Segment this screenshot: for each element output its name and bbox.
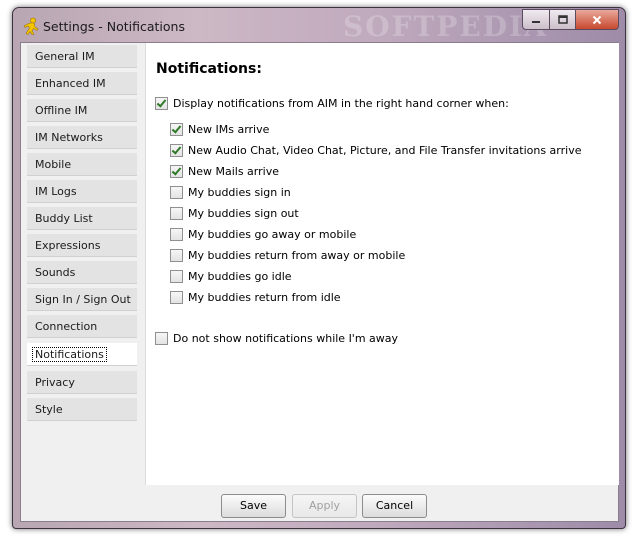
- sidebar-item-sign-in-sign-out[interactable]: Sign In / Sign Out: [27, 288, 137, 311]
- option-label: New IMs arrive: [188, 122, 270, 136]
- sidebar-item-label: Offline IM: [35, 104, 88, 117]
- sidebar-item-label: Connection: [35, 320, 98, 333]
- option-new-mails[interactable]: New Mails arrive: [170, 163, 279, 179]
- option-not-while-away[interactable]: Do not show notifications while I'm away: [155, 330, 398, 346]
- sidebar-item-sounds[interactable]: Sounds: [27, 261, 137, 284]
- sidebar-item-label: General IM: [35, 50, 95, 63]
- sidebar-item-label: IM Networks: [35, 131, 103, 144]
- watermark: SOFTPEDIA: [343, 10, 548, 43]
- sidebar-item-label: Expressions: [35, 239, 101, 252]
- caption-buttons: [522, 9, 619, 30]
- option-buddies-return-from-away[interactable]: My buddies return from away or mobile: [170, 247, 405, 263]
- minimize-icon: [532, 20, 540, 23]
- option-label: My buddies go away or mobile: [188, 227, 357, 241]
- settings-client-area: General IM Enhanced IM Offline IM IM Net…: [20, 42, 619, 522]
- option-label: Do not show notifications while I'm away: [173, 331, 399, 345]
- option-buddies-sign-out[interactable]: My buddies sign out: [170, 205, 299, 221]
- sidebar-item-label: Privacy: [35, 376, 75, 389]
- option-new-invitations[interactable]: New Audio Chat, Video Chat, Picture, and…: [170, 142, 581, 158]
- title-bar[interactable]: Settings - Notifications SOFTPEDIA: [13, 8, 625, 43]
- sidebar-item-label: Sounds: [35, 266, 76, 279]
- new-ims-checkbox[interactable]: [170, 122, 183, 136]
- sidebar-item-general-im[interactable]: General IM: [27, 45, 137, 68]
- save-button[interactable]: Save: [221, 494, 286, 518]
- sidebar-item-im-logs[interactable]: IM Logs: [27, 180, 137, 203]
- option-label: My buddies sign out: [188, 206, 299, 220]
- close-icon: [592, 15, 602, 24]
- sidebar-item-expressions[interactable]: Expressions: [27, 234, 137, 257]
- close-button[interactable]: [576, 9, 619, 30]
- maximize-button[interactable]: [550, 9, 576, 30]
- aim-running-man-icon: [23, 17, 39, 35]
- display-notifications-label: Display notifications from AIM in the ri…: [173, 96, 509, 110]
- option-label: My buddies go idle: [188, 269, 292, 283]
- sidebar-item-label: Enhanced IM: [35, 77, 106, 90]
- new-mails-checkbox[interactable]: [170, 164, 183, 178]
- new-invitations-checkbox[interactable]: [170, 143, 183, 157]
- option-label: New Mails arrive: [188, 164, 279, 178]
- button-bar: Save Apply Cancel: [145, 485, 618, 521]
- option-buddies-sign-in[interactable]: My buddies sign in: [170, 184, 291, 200]
- sidebar-item-privacy[interactable]: Privacy: [27, 371, 137, 394]
- option-label: New Audio Chat, Video Chat, Picture, and…: [188, 143, 582, 157]
- sidebar-item-label: Style: [35, 403, 63, 416]
- sidebar-item-buddy-list[interactable]: Buddy List: [27, 207, 137, 230]
- sidebar-item-offline-im[interactable]: Offline IM: [27, 99, 137, 122]
- buddies-away-checkbox[interactable]: [170, 227, 183, 241]
- maximize-icon: [557, 14, 568, 24]
- page-title: Notifications:: [156, 61, 262, 77]
- buddies-sign-out-checkbox[interactable]: [170, 206, 183, 220]
- minimize-button[interactable]: [522, 9, 550, 30]
- sidebar-item-label: Mobile: [35, 158, 72, 171]
- display-notifications-checkbox[interactable]: [155, 96, 168, 110]
- sidebar-item-style[interactable]: Style: [27, 398, 137, 421]
- display-notifications-option[interactable]: Display notifications from AIM in the ri…: [155, 95, 509, 111]
- option-label: My buddies sign in: [188, 185, 291, 199]
- settings-window: Settings - Notifications SOFTPEDIA Gener…: [12, 7, 626, 529]
- cancel-button[interactable]: Cancel: [362, 494, 427, 518]
- settings-sidebar: General IM Enhanced IM Offline IM IM Net…: [23, 44, 141, 521]
- buddies-idle-checkbox[interactable]: [170, 269, 183, 283]
- sidebar-item-label: Notifications: [32, 347, 107, 362]
- option-buddies-return-from-idle[interactable]: My buddies return from idle: [170, 289, 341, 305]
- window-title: Settings - Notifications: [43, 19, 185, 34]
- notifications-panel: Notifications: Display notifications fro…: [145, 43, 619, 485]
- sidebar-item-notifications[interactable]: Notifications: [27, 343, 137, 366]
- buddies-return-from-away-checkbox[interactable]: [170, 248, 183, 262]
- option-new-ims[interactable]: New IMs arrive: [170, 121, 269, 137]
- buddies-sign-in-checkbox[interactable]: [170, 185, 183, 199]
- buddies-return-from-idle-checkbox[interactable]: [170, 290, 183, 304]
- apply-button[interactable]: Apply: [292, 494, 357, 518]
- option-buddies-idle[interactable]: My buddies go idle: [170, 268, 292, 284]
- sidebar-item-label: Sign In / Sign Out: [35, 293, 131, 306]
- option-buddies-away[interactable]: My buddies go away or mobile: [170, 226, 356, 242]
- option-label: My buddies return from away or mobile: [188, 248, 406, 262]
- sidebar-item-connection[interactable]: Connection: [27, 315, 137, 338]
- sidebar-item-label: IM Logs: [35, 185, 77, 198]
- not-while-away-checkbox[interactable]: [155, 331, 168, 345]
- sidebar-item-mobile[interactable]: Mobile: [27, 153, 137, 176]
- sidebar-item-enhanced-im[interactable]: Enhanced IM: [27, 72, 137, 95]
- sidebar-item-label: Buddy List: [35, 212, 93, 225]
- option-label: My buddies return from idle: [188, 290, 341, 304]
- sidebar-item-im-networks[interactable]: IM Networks: [27, 126, 137, 149]
